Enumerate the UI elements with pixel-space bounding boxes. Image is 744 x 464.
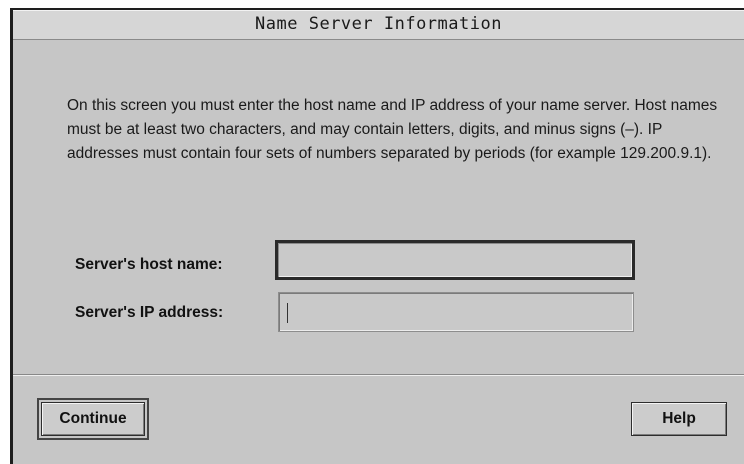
- dialog-window: Name Server Information On this screen y…: [10, 8, 744, 464]
- help-button[interactable]: Help: [631, 402, 727, 436]
- window-title: Name Server Information: [255, 14, 502, 34]
- ip-address-label: Server's IP address:: [75, 304, 224, 321]
- text-cursor: [287, 303, 288, 323]
- ip-address-input[interactable]: [278, 292, 634, 332]
- host-name-input[interactable]: [275, 240, 635, 280]
- instructions-text: On this screen you must enter the host n…: [67, 97, 718, 162]
- continue-button[interactable]: Continue: [37, 398, 149, 440]
- title-bar[interactable]: Name Server Information: [13, 10, 744, 40]
- separator-line: [13, 374, 744, 376]
- host-name-label: Server's host name:: [75, 256, 223, 273]
